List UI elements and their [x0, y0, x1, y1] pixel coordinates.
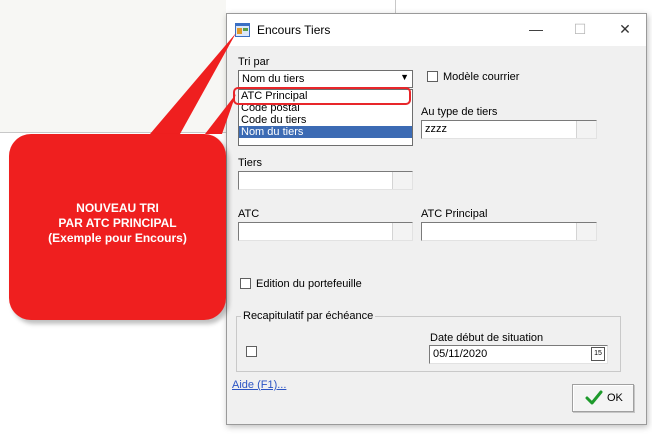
callout-line: NOUVEAU TRI [76, 201, 159, 215]
annotation-callout: NOUVEAU TRI PAR ATC PRINCIPAL (Exemple p… [9, 134, 226, 320]
callout-line: PAR ATC PRINCIPAL [58, 216, 177, 230]
callout-line: (Exemple pour Encours) [48, 231, 187, 245]
callout-text: NOUVEAU TRI PAR ATC PRINCIPAL (Exemple p… [9, 201, 226, 246]
